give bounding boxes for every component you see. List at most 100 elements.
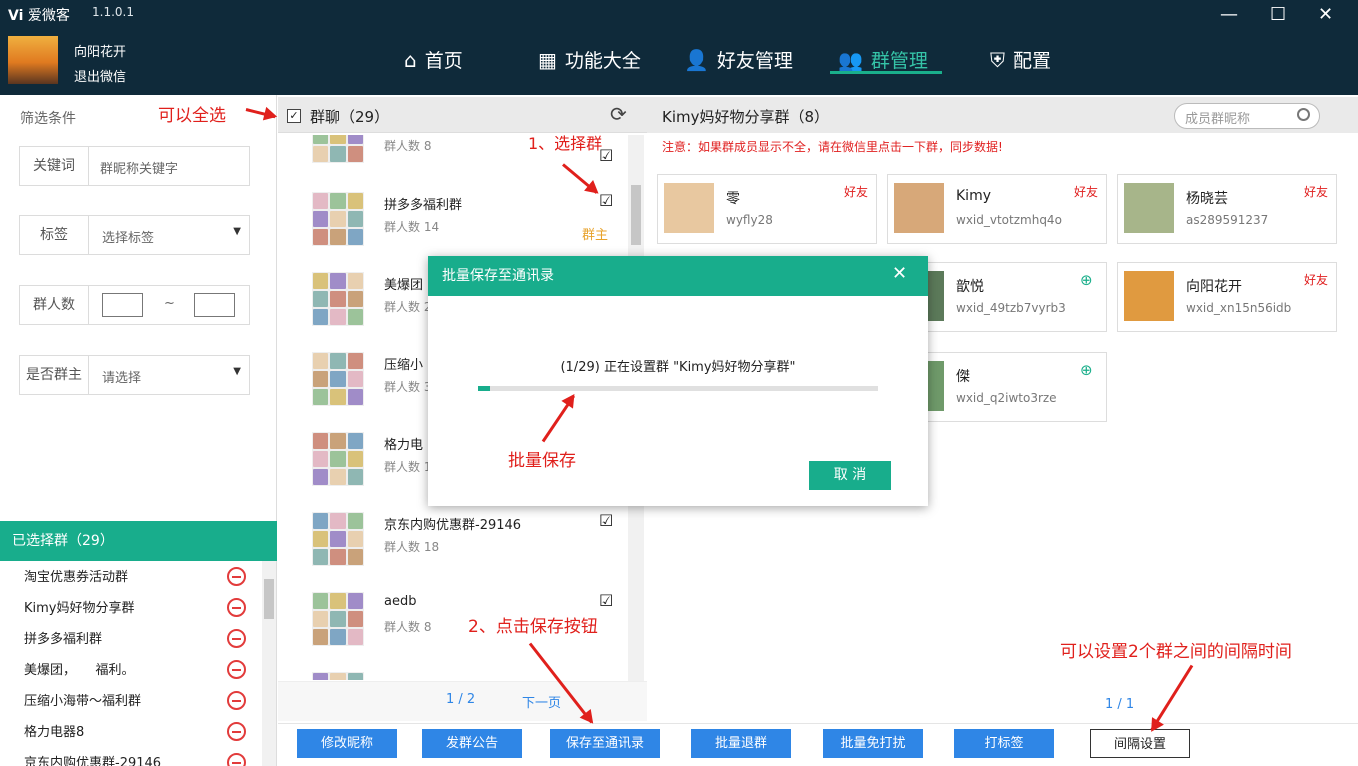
batch-mute-button[interactable]: 批量免打扰 bbox=[823, 729, 923, 758]
remove-icon[interactable] bbox=[227, 629, 246, 648]
group-checkbox[interactable]: ☑ bbox=[599, 513, 613, 529]
save-to-contacts-button[interactable]: 保存至通讯录 bbox=[550, 729, 660, 758]
avatar-tile bbox=[330, 193, 346, 209]
avatar-tile bbox=[347, 389, 363, 405]
nav-friends[interactable]: 👤 好友管理 bbox=[684, 46, 793, 73]
annotation-batch-save: 批量保存 bbox=[508, 451, 576, 471]
group-row[interactable]: 京东内购优惠群-29146 群人数 18 ☑ bbox=[300, 500, 630, 580]
selected-group-name: 拼多多福利群 bbox=[24, 632, 103, 647]
selected-group-item: 拼多多福利群 bbox=[0, 624, 262, 655]
scrollbar-thumb[interactable] bbox=[631, 185, 641, 245]
member-wxid: wxid_xn15n56idb bbox=[1186, 301, 1292, 315]
maximize-button[interactable]: ☐ bbox=[1270, 4, 1286, 25]
add-friend-icon[interactable]: ⊕ bbox=[1080, 361, 1098, 379]
close-icon[interactable]: ✕ bbox=[892, 263, 907, 284]
cancel-button[interactable]: 取 消 bbox=[809, 461, 891, 490]
app-name: 爱微客 bbox=[27, 8, 70, 24]
avatar-tile bbox=[313, 309, 329, 325]
avatar-tile bbox=[330, 229, 346, 245]
avatar[interactable] bbox=[8, 36, 58, 84]
member-search-placeholder: 成员群昵称 bbox=[1185, 112, 1251, 127]
add-friend-icon[interactable]: ⊕ bbox=[1080, 271, 1098, 289]
avatar-tile bbox=[330, 211, 346, 227]
remove-icon[interactable] bbox=[227, 722, 246, 741]
next-page-link[interactable]: 下一页 bbox=[522, 692, 561, 711]
group-checkbox[interactable]: ☑ bbox=[599, 193, 613, 209]
nav-features[interactable]: ▦ 功能大全 bbox=[538, 46, 641, 73]
avatar-tile bbox=[313, 146, 329, 162]
nav-home[interactable]: ⌂ 首页 bbox=[404, 46, 463, 73]
keyword-filter: 关键词 群昵称关键字 bbox=[19, 146, 250, 186]
avatar-tile bbox=[347, 469, 363, 485]
refresh-icon[interactable]: ⟳ bbox=[610, 102, 627, 126]
member-card[interactable]: 向阳花开 wxid_xn15n56idb 好友 bbox=[1117, 262, 1337, 332]
selected-scrollbar[interactable] bbox=[262, 561, 276, 766]
owner-label: 是否群主 bbox=[20, 356, 89, 394]
group-row[interactable]: 拼多多福利群 群人数 14 群主 ☑ bbox=[300, 180, 630, 260]
group-name: 压缩小 bbox=[384, 358, 424, 373]
avatar-tile bbox=[313, 389, 329, 405]
batch-quit-button[interactable]: 批量退群 bbox=[691, 729, 791, 758]
avatar-tile bbox=[347, 229, 363, 245]
avatar-tile bbox=[347, 433, 363, 449]
avatar-tile bbox=[313, 433, 329, 449]
close-button[interactable]: ✕ bbox=[1318, 4, 1333, 25]
remove-icon[interactable] bbox=[227, 660, 246, 679]
group-avatar bbox=[312, 432, 364, 486]
selected-group-name: 京东内购优惠群-29146 bbox=[24, 756, 162, 766]
avatar-tile bbox=[347, 611, 363, 627]
avatar-tile bbox=[347, 531, 363, 547]
announce-button[interactable]: 发群公告 bbox=[422, 729, 522, 758]
member-card[interactable]: Kimy wxid_vtotzmhq4o 好友 bbox=[887, 174, 1107, 244]
member-wxid: wxid_49tzb7vyrb3 bbox=[956, 301, 1066, 315]
avatar-tile bbox=[313, 531, 329, 547]
logout-link[interactable]: 退出微信 bbox=[74, 66, 126, 85]
avatar-tile bbox=[330, 549, 346, 565]
remove-icon[interactable] bbox=[227, 598, 246, 617]
group-member-count: 群人数 18 bbox=[384, 540, 440, 554]
member-avatar bbox=[1124, 183, 1174, 233]
avatar-tile bbox=[330, 389, 346, 405]
member-search-input[interactable]: 成员群昵称 bbox=[1174, 103, 1320, 129]
avatar-tile bbox=[313, 611, 329, 627]
group-member-count: 群人数 8 bbox=[384, 139, 432, 153]
avatar-tile bbox=[313, 353, 329, 369]
remove-icon[interactable] bbox=[227, 753, 246, 766]
avatar-tile bbox=[347, 451, 363, 467]
nav-features-label: 功能大全 bbox=[564, 50, 641, 72]
dialog-title: 批量保存至通讯录 bbox=[428, 256, 928, 296]
nav-groups[interactable]: 👥 群管理 bbox=[838, 46, 928, 73]
avatar-tile bbox=[330, 309, 346, 325]
member-card[interactable]: 杨晓芸 as289591237 好友 bbox=[1117, 174, 1337, 244]
count-label: 群人数 bbox=[20, 286, 89, 324]
avatar-tile bbox=[347, 371, 363, 387]
minimize-button[interactable]: — bbox=[1220, 4, 1238, 25]
remove-icon[interactable] bbox=[227, 567, 246, 586]
avatar-tile bbox=[330, 611, 346, 627]
nav-config[interactable]: ⛨ 配置 bbox=[990, 46, 1051, 73]
user-icon: 👤 bbox=[684, 47, 709, 72]
select-all-checkbox[interactable]: ✓ bbox=[287, 109, 301, 123]
scrollbar-thumb[interactable] bbox=[264, 579, 274, 619]
owner-select[interactable]: 请选择 bbox=[102, 367, 141, 386]
title-bar bbox=[0, 0, 1358, 95]
avatar-tile bbox=[347, 629, 363, 645]
remove-icon[interactable] bbox=[227, 691, 246, 710]
group-row[interactable] bbox=[300, 660, 630, 680]
tag-button[interactable]: 打标签 bbox=[954, 729, 1054, 758]
rename-button[interactable]: 修改昵称 bbox=[297, 729, 397, 758]
member-card[interactable]: 零 wyfly28 好友 bbox=[657, 174, 877, 244]
count-max-input[interactable] bbox=[194, 293, 235, 317]
count-min-input[interactable] bbox=[102, 293, 143, 317]
keyword-label: 关键词 bbox=[20, 147, 89, 185]
tag-select[interactable]: 选择标签 bbox=[102, 227, 154, 246]
avatar-tile bbox=[330, 513, 346, 529]
avatar-tile bbox=[330, 433, 346, 449]
group-list-title: 群聊（29） bbox=[310, 108, 390, 126]
interval-settings-button[interactable]: 间隔设置 bbox=[1090, 729, 1190, 758]
keyword-input[interactable]: 群昵称关键字 bbox=[100, 158, 178, 177]
group-name: aedb bbox=[384, 594, 417, 609]
group-checkbox[interactable]: ☑ bbox=[599, 593, 613, 609]
selected-group-name: 格力电器8 bbox=[24, 725, 85, 740]
owner-badge: 群主 bbox=[582, 228, 609, 243]
